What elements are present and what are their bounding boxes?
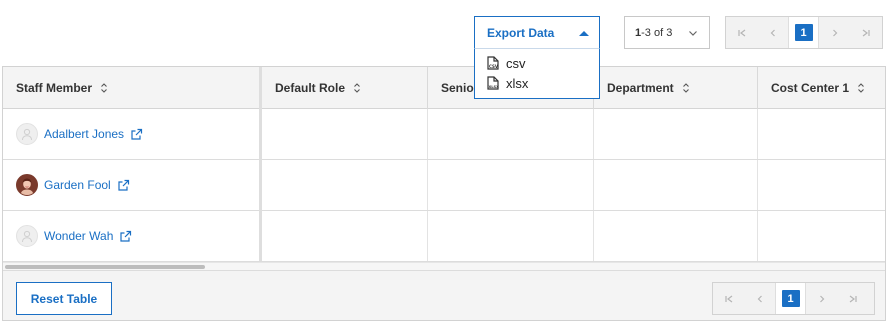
external-link-icon[interactable] — [117, 179, 130, 192]
staff-member-cell: Garden Fool — [3, 160, 260, 210]
current-page-number: 1 — [794, 24, 813, 41]
column-label: Department — [607, 81, 674, 95]
table-footer: Reset Table 1 — [3, 270, 885, 320]
current-page[interactable]: 1 — [788, 17, 819, 48]
first-page-button[interactable] — [713, 283, 744, 314]
export-csv-label: csv — [506, 55, 526, 71]
default-role-cell — [260, 211, 428, 261]
export-csv-option[interactable]: CSV csv — [475, 53, 599, 73]
next-page-button[interactable] — [806, 283, 837, 314]
table-row: Adalbert Jones — [3, 109, 885, 160]
user-placeholder-icon — [22, 128, 32, 141]
svg-text:XLSX: XLSX — [489, 85, 500, 89]
column-header-staff-member[interactable]: Staff Member — [3, 67, 260, 109]
sort-icon — [353, 82, 361, 94]
last-page-icon — [849, 295, 857, 302]
staff-member-cell: Adalbert Jones — [3, 109, 260, 159]
staff-member-cell: Wonder Wah — [3, 211, 260, 261]
column-label: Senio — [441, 81, 474, 95]
staff-name-link[interactable]: Adalbert Jones — [44, 127, 124, 141]
page-range-value: 1-3 of 3 — [635, 26, 673, 39]
cost-center-cell — [758, 160, 885, 210]
column-label: Default Role — [275, 81, 346, 95]
table-row: Wonder Wah — [3, 211, 885, 262]
export-xlsx-option[interactable]: XLSX xlsx — [475, 73, 599, 93]
table-row: Garden Fool — [3, 160, 885, 211]
frozen-column-divider — [259, 67, 262, 261]
last-page-button[interactable] — [850, 17, 881, 48]
department-cell — [594, 211, 758, 261]
column-header-department[interactable]: Department — [594, 67, 758, 109]
column-label: Cost Center 1 — [771, 81, 850, 95]
current-page-number: 1 — [781, 290, 800, 307]
seniority-cell — [428, 109, 594, 159]
chevron-right-icon — [832, 29, 837, 36]
svg-text:CSV: CSV — [489, 64, 499, 69]
prev-page-button[interactable] — [744, 283, 775, 314]
next-page-button[interactable] — [819, 17, 850, 48]
avatar — [16, 174, 38, 196]
department-cell — [594, 109, 758, 159]
sort-icon — [100, 82, 108, 94]
avatar — [16, 123, 38, 145]
staff-name-link[interactable]: Garden Fool — [44, 178, 111, 192]
avatar — [16, 225, 38, 247]
last-page-button[interactable] — [837, 283, 868, 314]
table-header: Staff Member Default Role Senio Departme… — [3, 67, 885, 109]
reset-table-button[interactable]: Reset Table — [16, 282, 112, 315]
chevron-left-icon — [770, 29, 775, 36]
external-link-icon[interactable] — [119, 230, 132, 243]
column-header-cost-center-1[interactable]: Cost Center 1 — [758, 67, 885, 109]
sort-icon — [857, 82, 865, 94]
user-photo-icon — [17, 175, 37, 195]
staff-table: Staff Member Default Role Senio Departme… — [2, 66, 886, 321]
default-role-cell — [260, 160, 428, 210]
export-data-label: Export Data — [487, 25, 555, 40]
seniority-cell — [428, 211, 594, 261]
column-label: Staff Member — [16, 81, 93, 95]
last-page-icon — [862, 29, 870, 36]
column-header-default-role[interactable]: Default Role — [262, 67, 428, 109]
cost-center-cell — [758, 211, 885, 261]
caret-up-icon — [579, 31, 589, 36]
chevron-left-icon — [757, 295, 762, 302]
page-range-select[interactable]: 1-3 of 3 — [624, 16, 710, 49]
current-page[interactable]: 1 — [775, 283, 806, 314]
scrollbar-thumb[interactable] — [5, 265, 205, 269]
first-page-icon — [724, 295, 732, 302]
chevron-down-icon — [689, 31, 697, 36]
csv-file-icon: CSV — [487, 56, 499, 70]
chevron-right-icon — [819, 295, 824, 302]
top-pager: 1 — [725, 16, 883, 49]
export-xlsx-label: xlsx — [506, 75, 529, 91]
export-menu: CSV csv XLSX xlsx — [474, 48, 600, 99]
first-page-button[interactable] — [726, 17, 757, 48]
user-placeholder-icon — [22, 230, 32, 243]
staff-name-link[interactable]: Wonder Wah — [44, 229, 113, 243]
seniority-cell — [428, 160, 594, 210]
sort-icon — [682, 82, 690, 94]
bottom-pager: 1 — [712, 282, 875, 315]
default-role-cell — [260, 109, 428, 159]
external-link-icon[interactable] — [130, 128, 143, 141]
cost-center-cell — [758, 109, 885, 159]
xlsx-file-icon: XLSX — [487, 76, 499, 90]
prev-page-button[interactable] — [757, 17, 788, 48]
export-data-button[interactable]: Export Data — [474, 16, 600, 49]
department-cell — [594, 160, 758, 210]
first-page-icon — [737, 29, 745, 36]
horizontal-scrollbar[interactable] — [3, 262, 885, 270]
